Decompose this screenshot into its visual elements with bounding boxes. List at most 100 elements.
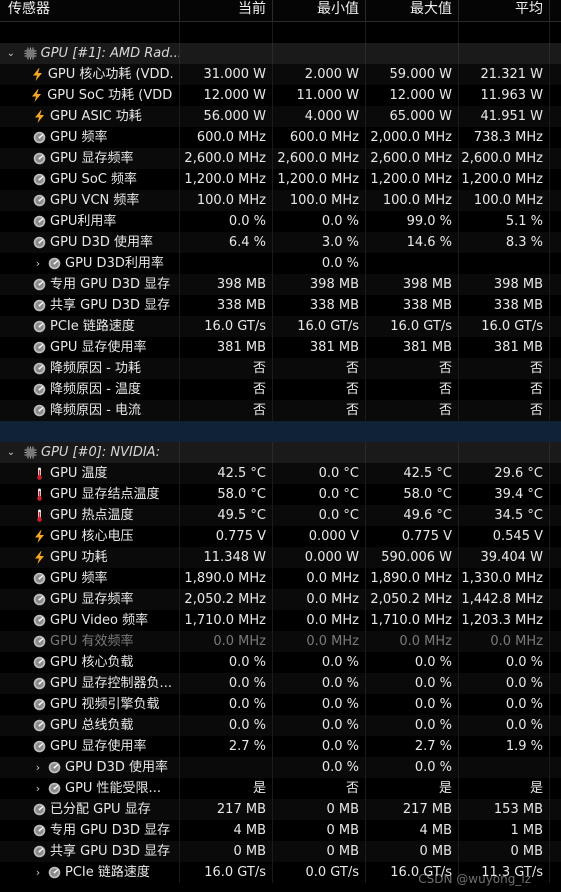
gauge-icon (33, 152, 46, 165)
min-value: 2.000 W (273, 64, 366, 85)
sensor-row[interactable]: GPU 显存使用率 381 MB 381 MB 381 MB 381 MB (0, 337, 561, 358)
sensor-label: GPU 显存频率 (50, 592, 134, 607)
chevron-right-icon[interactable]: › (30, 757, 46, 778)
sensor-row[interactable]: 专用 GPU D3D 显存 4 MB 0 MB 4 MB 1 MB (0, 820, 561, 841)
max-value: 0.0 MHz (366, 631, 459, 652)
sensor-row[interactable]: 共享 GPU D3D 显存 338 MB 338 MB 338 MB 338 MB (0, 295, 561, 316)
max-value: 0.0 % (366, 757, 459, 778)
min-value: 100.0 MHz (273, 190, 366, 211)
sensor-name-cell: GPU 频率 (0, 568, 180, 589)
sensor-row[interactable]: 已分配 GPU 显存 217 MB 0 MB 217 MB 153 MB (0, 799, 561, 820)
sensor-row[interactable]: GPU 显存结点温度 58.0 °C 0.0 °C 58.0 °C 39.4 °C (0, 484, 561, 505)
header-min[interactable]: 最小值 (273, 0, 366, 21)
sensor-row[interactable]: GPU 显存频率 2,600.0 MHz 2,600.0 MHz 2,600.0 MH… (0, 148, 561, 169)
sensor-row[interactable]: GPU D3D 使用率 6.4 % 3.0 % 14.6 % 8.3 % (0, 232, 561, 253)
group-header[interactable]: ⌄ GPU [#0]: NVIDIA: (0, 442, 561, 463)
current-value: 0.775 V (180, 526, 273, 547)
sensor-row[interactable]: 共享 GPU D3D 显存 0 MB 0 MB 0 MB 0 MB (0, 841, 561, 862)
sensor-label: 专用 GPU D3D 显存 (50, 823, 171, 838)
sensor-row[interactable]: GPU Video 频率 1,710.0 MHz 0.0 MHz 1,710.0 MH… (0, 610, 561, 631)
min-value: 0.0 MHz (273, 589, 366, 610)
sensor-row[interactable]: GPU 核心功耗 (VDD... 31.000 W 2.000 W 59.000 W2… (0, 64, 561, 85)
sensor-row[interactable]: GPU SoC 频率 1,200.0 MHz 1,200.0 MHz 1,200.0 … (0, 169, 561, 190)
max-value: 58.0 °C (366, 484, 459, 505)
header-current[interactable]: 当前 (180, 0, 273, 21)
gauge-icon (33, 593, 46, 606)
sensor-row[interactable]: › GPU D3D利用率 0.0 % (0, 253, 561, 274)
sensor-row[interactable]: GPU VCN 频率 100.0 MHz 100.0 MHz 100.0 MHz 100… (0, 190, 561, 211)
sensor-row[interactable]: PCIe 链路速度 16.0 GT/s 16.0 GT/s 16.0 GT/s 16.0… (0, 316, 561, 337)
lightning-icon (30, 89, 43, 102)
chevron-down-icon[interactable]: ⌄ (4, 442, 18, 463)
sensor-row[interactable]: GPU利用率 0.0 % 0.0 % 99.0 % 5.1 % (0, 211, 561, 232)
sensor-row[interactable]: 降频原因 - 电流否否否否 (0, 400, 561, 421)
current-value: 16.0 GT/s (180, 316, 273, 337)
sensor-row[interactable]: 降频原因 - 温度否否否否 (0, 379, 561, 400)
sensor-row[interactable]: GPU 功耗 11.348 W 0.000 W 590.006 W 39.404 W (0, 547, 561, 568)
sensor-row[interactable]: GPU 频率 1,890.0 MHz 0.0 MHz 1,890.0 MHz 1,330… (0, 568, 561, 589)
max-value: 14.6 % (366, 232, 459, 253)
current-value: 600.0 MHz (180, 127, 273, 148)
sensor-row[interactable]: GPU 显存频率 2,050.2 MHz 0.0 MHz 2,050.2 MHz 1,4… (0, 589, 561, 610)
sensor-row[interactable]: GPU 核心电压 0.775 V 0.000 V 0.775 V 0.545 V (0, 526, 561, 547)
sensor-row[interactable]: 降频原因 - 功耗否否否否 (0, 358, 561, 379)
group-title: GPU [#1]: AMD Rad... (40, 46, 180, 61)
sensor-row[interactable]: GPU 显存使用率 2.7 % 0.0 % 2.7 % 1.9 % (0, 736, 561, 757)
chevron-right-icon[interactable]: › (30, 253, 46, 274)
sensor-row[interactable]: GPU 视频引擎负载 0.0 % 0.0 % 0.0 % 0.0 % (0, 694, 561, 715)
sensor-row[interactable]: GPU ASIC 功耗 56.000 W 4.000 W 65.000 W 41.951… (0, 106, 561, 127)
sensor-label: GPU 性能受限... (65, 781, 161, 796)
avg-value: 否 (459, 400, 550, 421)
sensor-group-amd: ⌄ GPU [#1]: AMD Rad... GPU 核心功耗 (VDD... 31.… (0, 43, 561, 421)
gauge-icon (33, 215, 46, 228)
chevron-right-icon[interactable]: › (30, 862, 46, 883)
sensor-row[interactable]: GPU 核心负载 0.0 % 0.0 % 0.0 % 0.0 % (0, 652, 561, 673)
sensor-label: 已分配 GPU 显存 (50, 802, 151, 817)
sensor-label: GPU D3D利用率 (65, 256, 164, 271)
sensor-row[interactable]: GPU SoC 功耗 (VDD... 12.000 W 11.000 W 12.000… (0, 85, 561, 106)
sensor-label: GPU 频率 (50, 130, 108, 145)
min-value: 0.0 % (273, 253, 366, 274)
header-sensor[interactable]: 传感器 (0, 0, 180, 21)
sensor-row[interactable]: 专用 GPU D3D 显存 398 MB 398 MB 398 MB 398 MB (0, 274, 561, 295)
gauge-icon (33, 635, 46, 648)
sensor-row[interactable]: GPU 温度 42.5 °C 0.0 °C 42.5 °C 29.6 °C (0, 463, 561, 484)
chevron-down-icon[interactable]: ⌄ (4, 43, 18, 64)
current-value: 6.4 % (180, 232, 273, 253)
group-header[interactable]: ⌄ GPU [#1]: AMD Rad... (0, 43, 561, 64)
sensor-row[interactable]: › PCIe 链路速度 16.0 GT/s 0.0 GT/s 16.0 GT/s 11.3… (0, 862, 561, 883)
min-value: 3.0 % (273, 232, 366, 253)
sensor-row[interactable]: GPU 总线负载 0.0 % 0.0 % 0.0 % 0.0 % (0, 715, 561, 736)
current-value: 2,050.2 MHz (180, 589, 273, 610)
sensor-name-cell: GPU利用率 (0, 211, 180, 232)
header-max[interactable]: 最大值 (366, 0, 459, 21)
header-avg[interactable]: 平均 (459, 0, 550, 21)
sensor-row[interactable]: GPU 频率 600.0 MHz 600.0 MHz 2,000.0 MHz 738.3… (0, 127, 561, 148)
sensor-window: 传感器 当前 最小值 最大值 平均 ⌄ GPU [#1]: AMD Rad... G… (0, 0, 561, 892)
chevron-right-icon[interactable]: › (30, 778, 46, 799)
max-value: 4 MB (366, 820, 459, 841)
min-value: 338 MB (273, 295, 366, 316)
gauge-icon (33, 383, 46, 396)
sensor-label: GPU ASIC 功耗 (50, 109, 142, 124)
max-value: 2,600.0 MHz (366, 148, 459, 169)
sensor-name-cell: › PCIe 链路速度 (0, 862, 180, 883)
sensor-name-cell: GPU ASIC 功耗 (0, 106, 180, 127)
sensor-row[interactable]: GPU 热点温度 49.5 °C 0.0 °C 49.6 °C 34.5 °C (0, 505, 561, 526)
avg-value: 381 MB (459, 337, 550, 358)
sensor-row[interactable]: › GPU D3D 使用率 0.0 % 0.0 % (0, 757, 561, 778)
sensor-name-cell: GPU 视频引擎负载 (0, 694, 180, 715)
sensor-label: GPU 核心电压 (50, 529, 134, 544)
current-value: 0.0 % (180, 694, 273, 715)
gauge-icon (33, 131, 46, 144)
sensor-row[interactable]: › GPU 性能受限... 是否是是 (0, 778, 561, 799)
current-value: 2,600.0 MHz (180, 148, 273, 169)
sensor-row[interactable]: GPU 有效频率 0.0 MHz 0.0 MHz 0.0 MHz 0.0 MHz (0, 631, 561, 652)
sensor-label: GPU SoC 功耗 (VDD... (47, 88, 173, 103)
sensor-name-cell: GPU 核心负载 (0, 652, 180, 673)
gauge-icon (33, 656, 46, 669)
sensor-name-cell: 降频原因 - 温度 (0, 379, 180, 400)
sensor-row[interactable]: GPU 显存控制器负... 0.0 % 0.0 % 0.0 % 0.0 % (0, 673, 561, 694)
current-value: 217 MB (180, 799, 273, 820)
min-value: 11.000 W (273, 85, 366, 106)
